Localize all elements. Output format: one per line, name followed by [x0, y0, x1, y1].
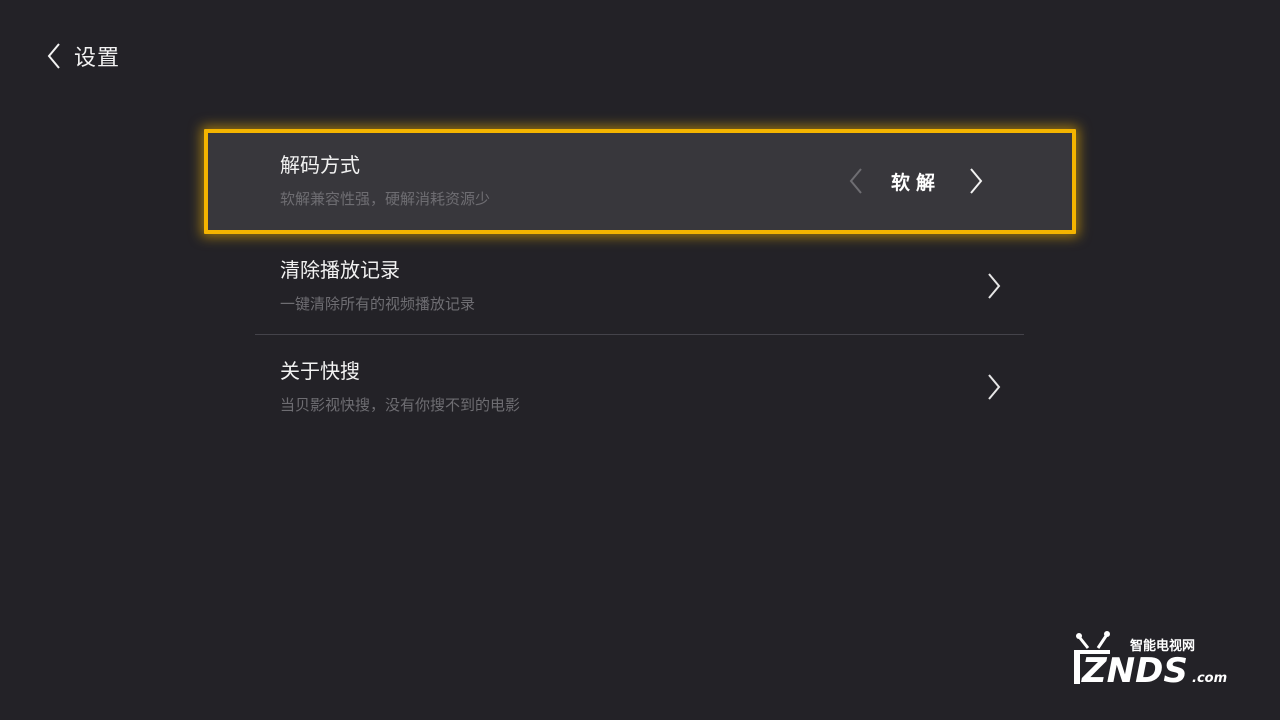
chevron-right-icon: [988, 374, 1001, 400]
header: 设置: [44, 38, 120, 74]
setting-title: 清除播放记录: [280, 258, 400, 282]
setting-clear-history[interactable]: 清除播放记录 一键清除所有的视频播放记录: [204, 234, 1076, 335]
logo-brand: ZNDS: [1081, 651, 1188, 691]
chevron-left-icon[interactable]: [848, 167, 864, 195]
decode-mode-value: 软解: [890, 171, 941, 194]
setting-title: 解码方式: [280, 153, 360, 177]
settings-list: 解码方式 软解兼容性强，硬解消耗资源少 软解 清除播放记录 一键清除所有的视频播…: [204, 129, 1076, 436]
page-title: 设置: [74, 46, 121, 71]
setting-text: 关于快搜 当贝影视快搜，没有你搜不到的电影: [280, 357, 520, 415]
setting-about[interactable]: 关于快搜 当贝影视快搜，没有你搜不到的电影: [204, 335, 1076, 436]
settings-page: 设置 解码方式 软解兼容性强，硬解消耗资源少 软解 清除播放记录 一键清除所有的…: [0, 0, 1280, 720]
setting-description: 软解兼容性强，硬解消耗资源少: [280, 190, 491, 208]
chevron-right-icon: [988, 273, 1001, 299]
logo-suffix: .com: [1192, 671, 1227, 686]
back-icon[interactable]: [44, 40, 64, 72]
setting-description: 当贝影视快搜，没有你搜不到的电影: [280, 396, 521, 414]
setting-decode-mode[interactable]: 解码方式 软解兼容性强，硬解消耗资源少 软解: [204, 129, 1076, 234]
znds-logo: 智能电视网 ZNDS .com: [1074, 631, 1227, 691]
setting-description: 一键清除所有的视频播放记录: [280, 295, 476, 313]
setting-text: 解码方式 软解兼容性强，硬解消耗资源少: [280, 151, 490, 209]
decode-mode-selector[interactable]: 软解: [848, 167, 984, 195]
setting-title: 关于快搜: [280, 359, 360, 383]
setting-text: 清除播放记录 一键清除所有的视频播放记录: [280, 256, 475, 314]
chevron-right-icon[interactable]: [968, 167, 984, 195]
